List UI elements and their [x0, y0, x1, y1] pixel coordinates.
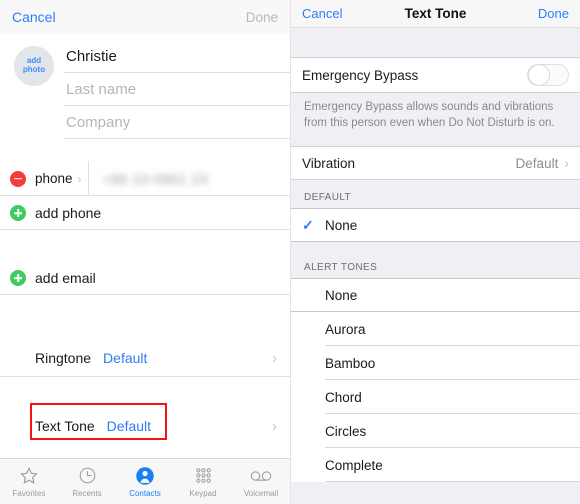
spacer-after-name [0, 139, 290, 161]
left-navbar: Cancel Done [0, 0, 290, 34]
right-navbar: Cancel Text Tone Done [291, 0, 580, 28]
clock-icon [78, 465, 97, 486]
tone-name: Aurora [325, 321, 366, 337]
ringtone-row[interactable]: Ringtone Default › [0, 339, 290, 377]
dual-screenshot-container: Cancel Done add photo Christie Last name… [0, 0, 580, 504]
vibration-row[interactable]: Vibration Default › [291, 146, 580, 181]
tab-voicemail[interactable]: Voicemail [232, 459, 290, 504]
tone-name: Circles [325, 423, 367, 439]
tab-contacts[interactable]: Contacts [116, 459, 174, 504]
add-email-icon[interactable] [10, 270, 26, 286]
edit-contact-screen: Cancel Done add photo Christie Last name… [0, 0, 290, 504]
keypad-dots-icon [194, 465, 213, 486]
alert-tone-item[interactable]: Aurora [291, 312, 580, 347]
vibration-value: Default [515, 155, 559, 171]
spacer-footnote-vibration [291, 131, 580, 147]
contacts-person-icon [135, 465, 155, 486]
spacer-ringtone-texttone [0, 377, 290, 407]
alert-tone-item[interactable]: Circles [291, 414, 580, 449]
company-input[interactable]: Company [64, 106, 290, 139]
checkmark-icon: ✓ [302, 216, 314, 233]
vibration-label: Vibration [302, 155, 356, 171]
spacer-top [291, 28, 580, 57]
cancel-button[interactable]: Cancel [12, 9, 56, 25]
tab-label: Recents [72, 489, 102, 498]
tab-recents[interactable]: Recents [58, 459, 116, 504]
add-email-row[interactable]: add email [0, 261, 290, 295]
ringtone-label: Ringtone [35, 350, 92, 366]
ringtone-value[interactable]: Default [103, 350, 147, 366]
text-tone-label: Text Tone [35, 418, 95, 434]
emergency-bypass-row[interactable]: Emergency Bypass [291, 57, 580, 93]
chevron-right-icon: › [272, 349, 277, 367]
alert-tone-item[interactable]: None [291, 278, 580, 313]
chevron-right-icon: › [564, 155, 569, 172]
remove-phone-icon[interactable] [10, 170, 26, 187]
default-tone-item-none[interactable]: ✓ None [291, 208, 580, 243]
toggle-knob [528, 64, 550, 86]
star-icon [19, 465, 39, 486]
chevron-right-icon: › [77, 171, 82, 186]
tone-name: None [325, 217, 358, 233]
spacer-phone-email [0, 230, 290, 261]
tab-label: Favorites [12, 489, 46, 498]
voicemail-icon [250, 465, 272, 486]
add-photo-line2: photo [22, 65, 46, 74]
emergency-bypass-footnote: Emergency Bypass allows sounds and vibra… [291, 93, 580, 132]
tab-keypad[interactable]: Keypad [174, 459, 232, 504]
default-section-header: DEFAULT [291, 180, 580, 209]
add-email-label: add email [35, 270, 96, 286]
emergency-bypass-toggle[interactable] [527, 64, 569, 86]
page-title: Text Tone [404, 6, 467, 21]
tab-label: Voicemail [243, 489, 279, 498]
add-phone-icon[interactable] [10, 205, 26, 221]
text-tone-screen: Cancel Text Tone Done Emergency Bypass E… [290, 0, 580, 504]
spacer-email-ringtone [0, 295, 290, 339]
field-divider [87, 161, 89, 196]
alert-tones-section-header: ALERT TONES [291, 242, 580, 279]
last-name-input[interactable]: Last name [64, 73, 290, 106]
text-tone-row[interactable]: Text Tone Default › [0, 407, 290, 445]
phone-row[interactable]: phone › +86 10-0861 23 [0, 161, 290, 196]
alert-tone-item[interactable]: Chord [291, 380, 580, 415]
alert-tone-item[interactable]: Complete [291, 448, 580, 483]
phone-number-value[interactable]: +86 10-0861 23 [103, 171, 208, 187]
alert-tone-item[interactable]: Bamboo [291, 346, 580, 381]
chevron-right-icon: › [272, 417, 277, 435]
text-tone-value[interactable]: Default [107, 418, 151, 434]
tab-label: Keypad [189, 489, 217, 498]
add-phone-row[interactable]: add phone [0, 196, 290, 230]
done-button[interactable]: Done [517, 6, 569, 21]
cancel-button[interactable]: Cancel [302, 6, 354, 21]
tab-favorites[interactable]: Favorites [0, 459, 58, 504]
add-photo-button[interactable]: add photo [14, 46, 54, 86]
add-phone-label: add phone [35, 205, 102, 221]
phone-label: phone [35, 171, 73, 186]
tone-name: None [325, 287, 358, 303]
tone-name: Complete [325, 457, 383, 473]
tone-name: Chord [325, 389, 362, 405]
bottom-tab-bar: Favorites Recents Contacts Keypad Voicem… [0, 458, 290, 504]
contact-name-block: add photo Christie Last name Company [0, 34, 290, 139]
done-button[interactable]: Done [246, 10, 278, 25]
tone-name: Bamboo [325, 355, 376, 371]
tab-label: Contacts [129, 489, 161, 498]
emergency-bypass-label: Emergency Bypass [302, 67, 419, 83]
first-name-input[interactable]: Christie [64, 40, 290, 73]
